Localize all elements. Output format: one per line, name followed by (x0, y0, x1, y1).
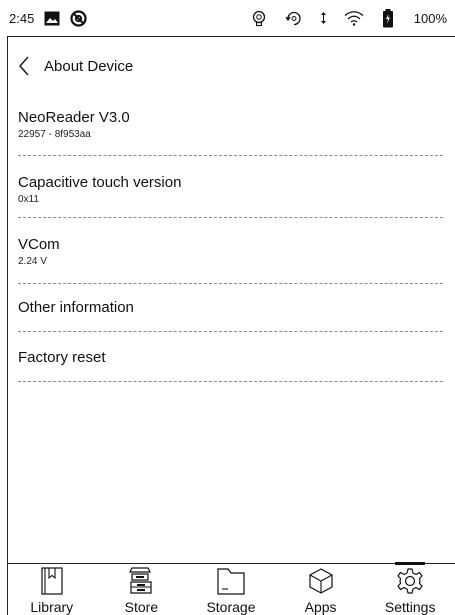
gear-icon (396, 565, 424, 597)
list-item-capacitive-touch[interactable]: Capacitive touch version 0x11 (18, 156, 443, 218)
tab-settings[interactable]: Settings (365, 562, 455, 615)
lightbulb-icon (251, 10, 267, 27)
list-item-neoreader[interactable]: NeoReader V3.0 22957 - 8f953aa (18, 98, 443, 156)
page-header: About Device (18, 54, 133, 78)
chevron-left-icon[interactable] (18, 55, 36, 77)
list-item-label: NeoReader V3.0 (18, 109, 130, 126)
list-item-label: Capacitive touch version (18, 174, 182, 191)
tab-label: Store (124, 599, 159, 615)
settings-list: NeoReader V3.0 22957 - 8f953aa Capacitiv… (18, 98, 443, 382)
bottom-tab-bar: Library Store Storage Apps Settings (7, 562, 455, 615)
list-item-label: Factory reset (18, 349, 106, 366)
tab-store[interactable]: Store (97, 564, 187, 615)
battery-percent: 100% (413, 10, 447, 26)
tab-library[interactable]: Library (7, 564, 97, 615)
gallery-icon (44, 11, 60, 26)
tab-apps[interactable]: Apps (276, 564, 366, 615)
tab-storage[interactable]: Storage (186, 564, 276, 615)
list-item-label: Other information (18, 299, 134, 316)
status-time: 2:45 (9, 10, 35, 26)
tab-label: Settings (384, 599, 436, 615)
refresh-icon (285, 10, 303, 27)
battery-icon (382, 8, 394, 28)
tab-label: Apps (304, 599, 337, 615)
status-bar: 2:45 100% (0, 0, 455, 36)
list-item-vcom[interactable]: VCom 2.24 V (18, 218, 443, 284)
list-item-other-information[interactable]: Other information (18, 284, 443, 332)
cube-icon (308, 565, 334, 597)
folder-icon (217, 565, 245, 597)
tab-label: Library (30, 599, 74, 615)
sync-blocked-icon (70, 9, 87, 27)
page-title: About Device (44, 57, 134, 75)
list-item-label: VCom (18, 236, 60, 253)
list-item-factory-reset[interactable]: Factory reset (18, 332, 443, 382)
store-icon (128, 565, 154, 597)
list-item-value: 2.24 V (18, 256, 47, 267)
book-icon (41, 565, 63, 597)
active-tab-indicator (395, 562, 426, 565)
list-item-value: 22957 - 8f953aa (18, 129, 91, 140)
wifi-icon (344, 10, 364, 26)
tab-label: Storage (206, 599, 256, 615)
data-transfer-icon (320, 12, 326, 24)
list-item-value: 0x11 (18, 194, 39, 205)
